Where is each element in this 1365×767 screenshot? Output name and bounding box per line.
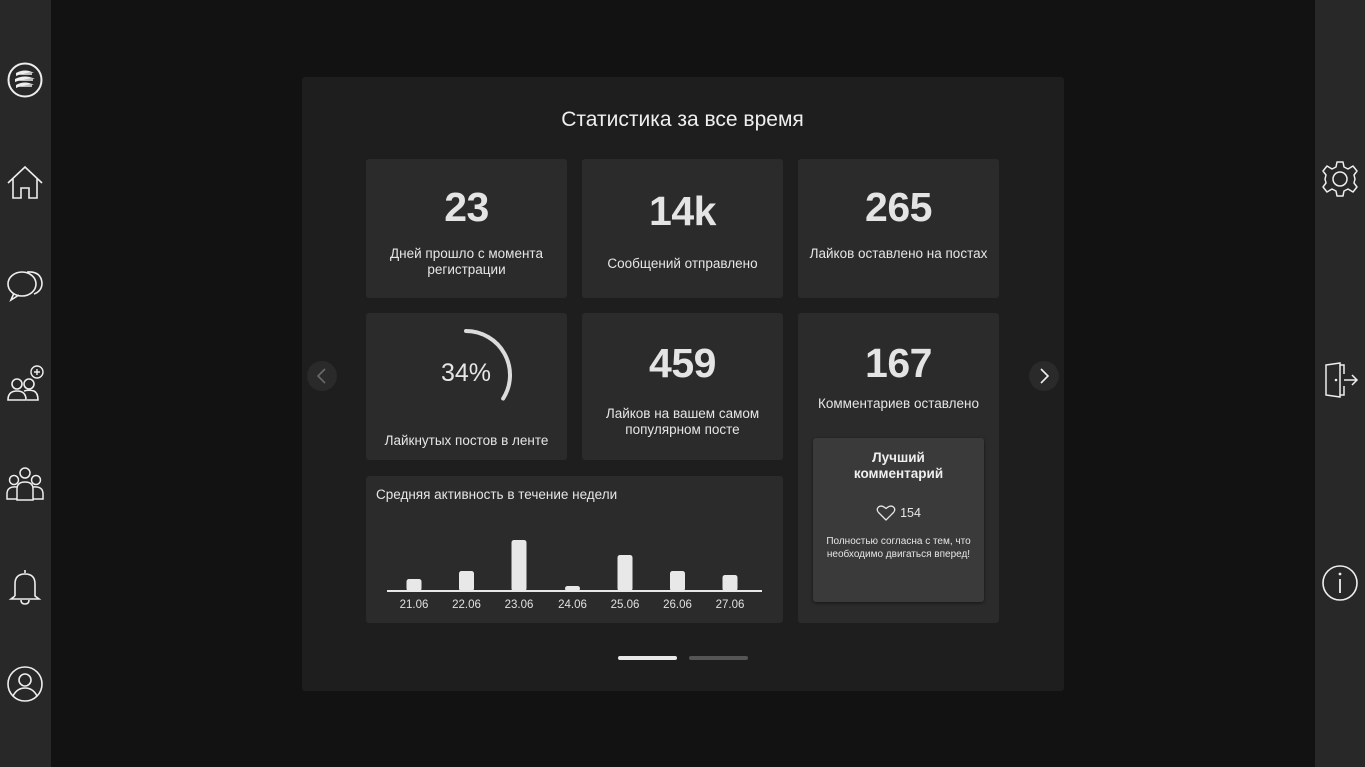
best-comment-card[interactable]: Лучший комментарий 154 Полностью согласн… <box>813 438 984 602</box>
days-value: 23 <box>444 184 489 230</box>
comments-label: Комментариев оставлено <box>818 396 979 411</box>
heart-icon[interactable] <box>876 504 896 522</box>
chart-bar[interactable] <box>722 575 738 591</box>
top-post-value: 459 <box>649 340 716 386</box>
best-comment-title: Лучший комментарий <box>853 450 944 481</box>
bell-icon[interactable] <box>5 566 45 606</box>
best-comment-likes: 154 <box>813 504 984 522</box>
likes-given-card: 265 Лайков оставлено на постах <box>798 159 999 298</box>
chevron-right-icon <box>1040 368 1050 384</box>
next-arrow-button[interactable] <box>1029 361 1059 391</box>
activity-chart-card: Средняя активность в течение недели 21.0… <box>366 476 783 623</box>
top-post-label: Лайков на вашем самом популярном посте <box>605 406 760 437</box>
activity-chart: 21.06 22.06 23.06 24.06 25.06 26.06 27.06 <box>387 540 762 611</box>
best-comment-text: Полностью согласна с тем, что необходимо… <box>826 536 971 560</box>
prev-arrow-button[interactable] <box>307 361 337 391</box>
gear-icon[interactable] <box>1320 159 1360 199</box>
chart-bar[interactable] <box>617 555 633 591</box>
liked-posts-value: 34% <box>440 359 492 387</box>
pager-dot-2[interactable] <box>689 656 748 660</box>
chat-icon[interactable] <box>5 264 45 304</box>
comments-value: 167 <box>865 340 932 386</box>
logo-icon[interactable] <box>5 60 45 100</box>
chart-bar[interactable] <box>459 571 474 591</box>
info-icon[interactable] <box>1320 563 1360 603</box>
comments-card: 167 Комментариев оставлено Лучший коммен… <box>798 313 999 623</box>
best-comment-likes-count: 154 <box>900 506 921 520</box>
home-icon[interactable] <box>5 162 45 202</box>
chart-bar[interactable] <box>565 586 580 591</box>
top-post-card: 459 Лайков на вашем самом популярном пос… <box>582 313 783 460</box>
chart-tick-label: 27.06 <box>716 599 745 611</box>
days-card: 23 Дней прошло с момента регистрации <box>366 159 567 298</box>
chart-bar[interactable] <box>511 540 527 591</box>
groups-icon[interactable] <box>5 464 45 504</box>
chart-tick-label: 25.06 <box>611 599 640 611</box>
chart-tick-label: 23.06 <box>505 599 534 611</box>
chart-bar[interactable] <box>670 571 685 591</box>
logout-icon[interactable] <box>1320 360 1360 400</box>
chevron-left-icon <box>316 368 326 384</box>
days-label: Дней прошло с момента регистрации <box>390 246 543 277</box>
messages-label: Сообщений отправлено <box>607 256 758 271</box>
profile-icon[interactable] <box>5 664 45 704</box>
likes-given-value: 265 <box>865 184 932 230</box>
likes-given-label: Лайков оставлено на постах <box>809 246 988 261</box>
chart-bar[interactable] <box>406 579 422 591</box>
page-title: Статистика за все время <box>561 108 804 131</box>
chart-tick-label: 22.06 <box>452 599 481 611</box>
add-friend-icon[interactable] <box>5 364 45 404</box>
chart-tick-label: 26.06 <box>663 599 692 611</box>
messages-value: 14k <box>649 188 716 234</box>
pager-dot-1[interactable] <box>618 656 677 660</box>
messages-card: 14k Сообщений отправлено <box>582 159 783 298</box>
liked-posts-card: 34% Лайкнутых постов в ленте <box>366 313 567 460</box>
chart-tick-label: 21.06 <box>400 599 429 611</box>
chart-tick-label: 24.06 <box>558 599 587 611</box>
liked-posts-label: Лайкнутых постов в ленте <box>384 433 549 448</box>
